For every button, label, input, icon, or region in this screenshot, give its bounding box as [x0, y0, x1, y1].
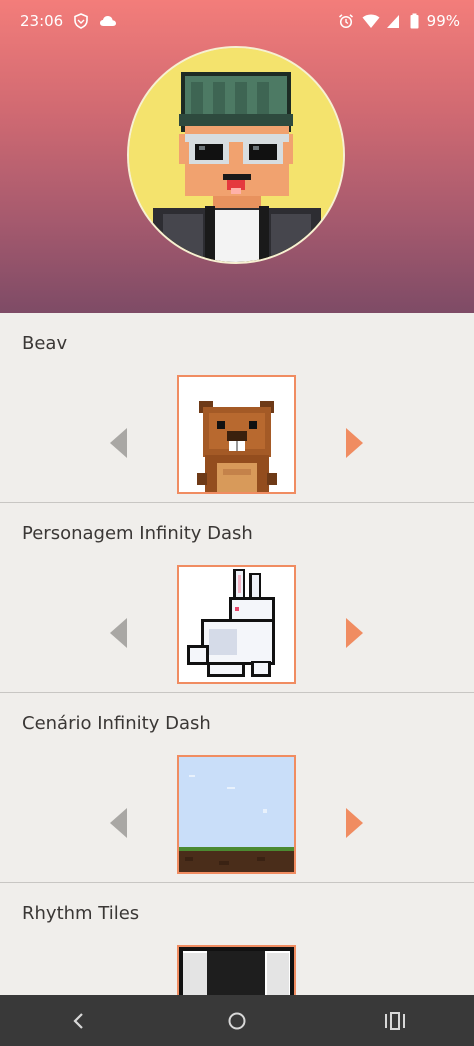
previous-arrow-icon[interactable]	[110, 808, 127, 838]
shield-icon	[73, 13, 89, 29]
home-icon[interactable]	[217, 1001, 257, 1041]
status-bar: 23:06 99%	[0, 0, 474, 44]
battery-percentage: 99%	[426, 12, 460, 30]
wifi-icon	[362, 13, 380, 29]
previous-arrow-icon[interactable]	[110, 618, 127, 648]
item-card-cenario: Cenário Infinity Dash	[0, 693, 474, 883]
rabbit-sprite	[179, 567, 294, 682]
card-title: Cenário Infinity Dash	[22, 713, 211, 734]
next-arrow-icon[interactable]	[346, 808, 363, 838]
card-title: Personagem Infinity Dash	[22, 523, 253, 544]
profile-avatar[interactable]	[127, 46, 345, 264]
pixel-avatar-image	[129, 48, 343, 262]
previous-arrow-icon[interactable]	[110, 428, 127, 458]
alarm-icon	[338, 13, 354, 29]
card-title: Beav	[22, 333, 68, 354]
system-nav-bar	[0, 995, 474, 1046]
cloud-icon	[99, 13, 117, 29]
item-card-personagem: Personagem Infinity Dash	[0, 503, 474, 693]
battery-icon	[410, 13, 419, 29]
item-preview[interactable]	[177, 375, 296, 494]
recents-icon[interactable]	[375, 1001, 415, 1041]
sky-ground-scene	[179, 757, 294, 872]
next-arrow-icon[interactable]	[346, 618, 363, 648]
status-time: 23:06	[20, 12, 64, 30]
item-preview[interactable]	[177, 755, 296, 874]
item-card-beav: Beav	[0, 313, 474, 503]
signal-icon	[386, 13, 402, 29]
item-preview[interactable]	[177, 565, 296, 684]
next-arrow-icon[interactable]	[346, 428, 363, 458]
beaver-sprite	[179, 377, 294, 492]
card-title: Rhythm Tiles	[22, 903, 140, 924]
back-icon[interactable]	[59, 1001, 99, 1041]
profile-header: 23:06 99%	[0, 0, 474, 313]
